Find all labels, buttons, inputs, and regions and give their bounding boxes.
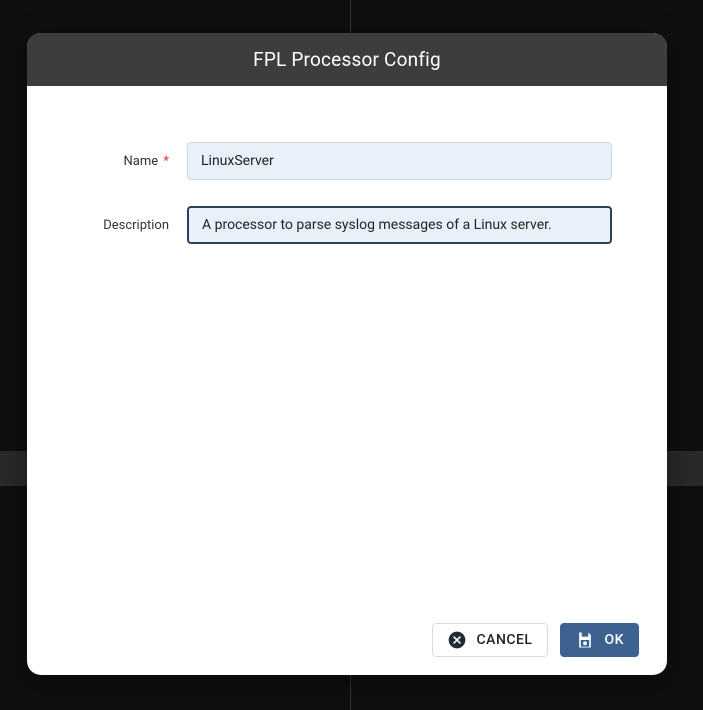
name-label-text: Name [124,154,159,169]
name-input[interactable] [187,142,612,180]
cancel-icon [447,630,467,650]
config-modal: FPL Processor Config Name * Description [27,33,667,675]
required-asterisk: * [163,154,169,169]
form-row-description: Description [82,206,612,244]
save-icon [575,630,595,650]
modal-footer: CANCEL OK [432,623,639,657]
form-row-name: Name * [82,142,612,180]
modal-title: FPL Processor Config [253,48,441,71]
description-label: Description [82,218,187,233]
modal-body: Name * Description CANCEL [27,86,667,675]
description-input[interactable] [187,206,612,244]
ok-label: OK [605,632,625,648]
ok-button[interactable]: OK [560,623,640,657]
modal-header: FPL Processor Config [27,33,667,86]
cancel-button[interactable]: CANCEL [432,623,548,657]
cancel-label: CANCEL [477,632,533,648]
name-label: Name * [82,154,187,169]
